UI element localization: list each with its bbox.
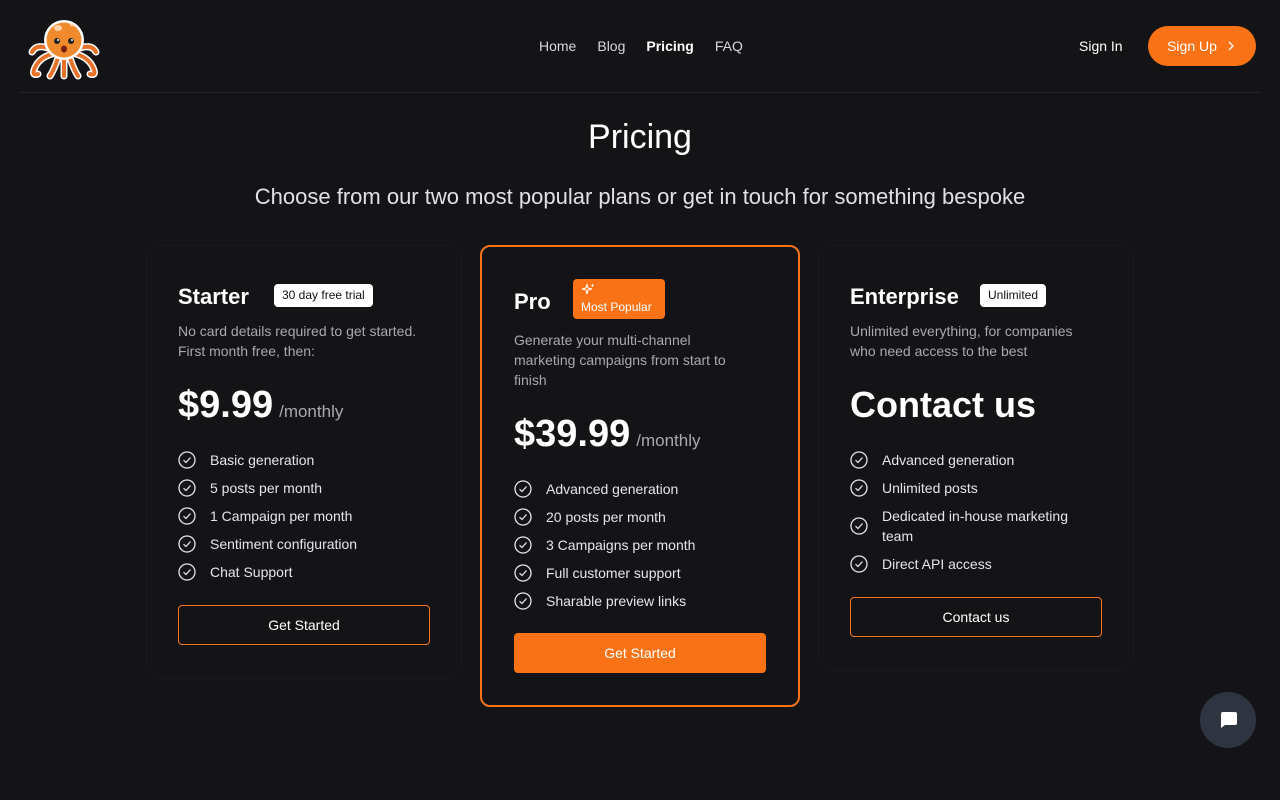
feature-list: Basic generation 5 posts per month 1 Cam…: [178, 450, 448, 590]
header-divider: [20, 92, 1260, 93]
feature-item: 5 posts per month: [178, 478, 448, 498]
sparkle-icon: [581, 283, 595, 295]
check-circle-icon: [850, 517, 868, 535]
chat-widget-button[interactable]: [1200, 692, 1256, 748]
feature-text: Sharable preview links: [546, 593, 687, 609]
plan-description: Generate your multi-channel marketing ca…: [514, 332, 726, 388]
check-circle-icon: [178, 563, 196, 581]
plan-badge: 30 day free trial: [274, 284, 373, 307]
feature-item: Unlimited posts: [850, 478, 1100, 498]
plan-card-enterprise: Enterprise Unlimited Unlimited everythin…: [818, 245, 1134, 671]
check-circle-icon: [178, 535, 196, 553]
feature-text: Basic generation: [210, 452, 315, 468]
check-circle-icon: [850, 479, 868, 497]
check-circle-icon: [514, 508, 532, 526]
feature-item: 1 Campaign per month: [178, 506, 448, 526]
price-period: /monthly: [279, 402, 344, 421]
feature-list: Advanced generation Unlimited posts Dedi…: [850, 450, 1100, 582]
plan-name: Enterprise: [850, 284, 959, 309]
price-amount: $9.99: [178, 384, 274, 426]
nav-link-pricing[interactable]: Pricing: [646, 37, 693, 55]
check-circle-icon: [514, 480, 532, 498]
sign-up-button[interactable]: Sign Up: [1148, 26, 1256, 66]
most-popular-badge: Most Popular: [573, 279, 665, 319]
page-title: Pricing: [588, 118, 692, 156]
nav-link-home[interactable]: Home: [539, 37, 576, 55]
check-circle-icon: [178, 479, 196, 497]
chat-bubble-icon: [1221, 712, 1237, 728]
feature-text: 20 posts per month: [546, 509, 666, 525]
main-nav: Home Blog Pricing FAQ: [539, 37, 764, 55]
feature-text: 1 Campaign per month: [210, 508, 353, 524]
price-amount: $39.99: [514, 413, 631, 455]
feature-text: Dedicated in-house marketing team: [882, 508, 1068, 544]
feature-item: Sentiment configuration: [178, 534, 448, 554]
feature-item: Advanced generation: [850, 450, 1100, 470]
nav-link-faq[interactable]: FAQ: [715, 37, 743, 55]
plan-price: $39.99 /monthly: [514, 413, 700, 456]
plan-description: Unlimited everything, for companies who …: [850, 323, 1073, 359]
check-circle-icon: [178, 507, 196, 525]
octopus-logo-icon[interactable]: [28, 14, 100, 80]
feature-item: Basic generation: [178, 450, 448, 470]
plan-card-starter: Starter 30 day free trial No card detail…: [146, 245, 462, 679]
feature-text: 3 Campaigns per month: [546, 537, 696, 553]
feature-text: Unlimited posts: [882, 480, 978, 496]
get-started-button[interactable]: Get Started: [178, 605, 430, 645]
feature-item: Advanced generation: [514, 479, 784, 499]
feature-list: Advanced generation 20 posts per month 3…: [514, 479, 784, 619]
feature-text: Full customer support: [546, 565, 681, 581]
feature-text: Sentiment configuration: [210, 536, 358, 552]
check-circle-icon: [514, 536, 532, 554]
plan-badge: Unlimited: [980, 284, 1047, 307]
feature-text: Advanced generation: [546, 481, 679, 497]
chevron-right-icon: [1228, 41, 1234, 51]
page-subtitle: Choose from our two most popular plans o…: [254, 184, 1026, 209]
check-circle-icon: [514, 592, 532, 610]
feature-item: Direct API access: [850, 554, 1100, 574]
check-circle-icon: [850, 451, 868, 469]
get-started-button[interactable]: Get Started: [514, 633, 766, 673]
plan-price: Contact us: [850, 384, 1037, 425]
feature-item: Sharable preview links: [514, 591, 784, 611]
price-period: /monthly: [636, 431, 701, 450]
check-circle-icon: [850, 555, 868, 573]
feature-text: Direct API access: [882, 556, 992, 572]
feature-item: 3 Campaigns per month: [514, 535, 784, 555]
site-header: Home Blog Pricing FAQ Sign In Sign Up: [0, 0, 1280, 92]
feature-item: 20 posts per month: [514, 507, 784, 527]
sign-up-label: Sign Up: [1167, 38, 1217, 54]
plan-price: $9.99 /monthly: [178, 384, 343, 427]
plan-description: No card details required to get started.…: [178, 323, 417, 359]
feature-item: Full customer support: [514, 563, 784, 583]
plan-card-pro: Pro Most Popular Generate your multi-cha…: [480, 245, 800, 707]
plan-name: Pro: [514, 289, 551, 314]
badge-label: Most Popular: [581, 300, 652, 314]
contact-us-button[interactable]: Contact us: [850, 597, 1102, 637]
feature-text: Chat Support: [210, 564, 293, 580]
plan-name: Starter: [178, 284, 249, 309]
feature-text: Advanced generation: [882, 452, 1015, 468]
feature-item: Dedicated in-house marketing team: [850, 506, 1100, 546]
feature-text: 5 posts per month: [210, 480, 323, 496]
check-circle-icon: [178, 451, 196, 469]
nav-link-blog[interactable]: Blog: [597, 37, 625, 55]
check-circle-icon: [514, 564, 532, 582]
sign-in-link[interactable]: Sign In: [1079, 37, 1123, 55]
feature-item: Chat Support: [178, 562, 448, 582]
